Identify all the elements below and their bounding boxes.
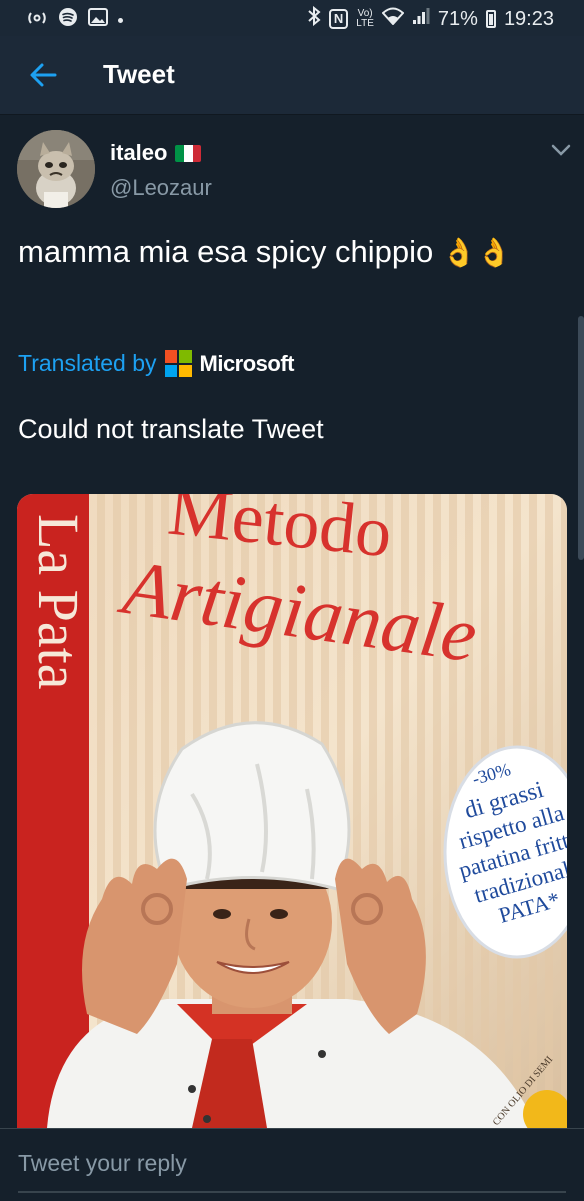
volte-icon: Vo) LTE — [356, 9, 374, 29]
spotify-icon — [58, 7, 78, 33]
translator-name: Microsoft — [199, 350, 295, 376]
notification-dot — [118, 17, 123, 23]
microsoft-logo — [164, 350, 192, 377]
top-app-bar: Tweet — [0, 36, 584, 115]
arrow-left-icon[interactable] — [28, 60, 58, 90]
bluetooth-icon — [307, 5, 321, 32]
status-bar: N Vo) LTE 71% 19:23 — [0, 0, 584, 36]
wifi-icon — [381, 7, 405, 31]
translation-status: Could not translate Tweet — [18, 414, 324, 444]
scrollbar[interactable] — [578, 316, 584, 560]
ok-hand-emoji: 👌👌 — [441, 237, 512, 268]
tweet-body: mamma mia esa spicy chippio — [18, 234, 434, 269]
hotspot-icon — [26, 8, 48, 33]
page-title: Tweet — [103, 59, 175, 89]
translated-by-label: Translated by — [18, 350, 157, 376]
signal-icon — [412, 7, 430, 31]
avatar[interactable] — [17, 130, 95, 208]
reply-input[interactable] — [18, 1145, 498, 1181]
nfc-icon: N — [328, 9, 349, 29]
tweet-photo[interactable]: La Pata Metodo Artigianale -30% di grass… — [17, 494, 567, 1128]
brand-side-text: La Pata — [26, 514, 91, 690]
author-name-row[interactable]: italeo — [110, 140, 202, 166]
italy-flag-icon — [175, 144, 202, 162]
tweet-text: mamma mia esa spicy chippio 👌👌 — [18, 230, 538, 275]
user-handle[interactable]: @Leozaur — [110, 175, 212, 201]
reply-bar — [0, 1128, 584, 1201]
battery-icon — [485, 10, 496, 28]
reply-underline — [18, 1191, 566, 1193]
clock: 19:23 — [503, 8, 554, 30]
gallery-icon — [88, 8, 108, 32]
volte-line2: LTE — [356, 18, 374, 29]
chevron-down-icon[interactable] — [550, 143, 572, 157]
battery-percent: 71% — [437, 8, 478, 30]
display-name[interactable]: italeo — [110, 140, 167, 166]
translation-attribution[interactable]: Translated by Microsoft — [18, 350, 294, 377]
